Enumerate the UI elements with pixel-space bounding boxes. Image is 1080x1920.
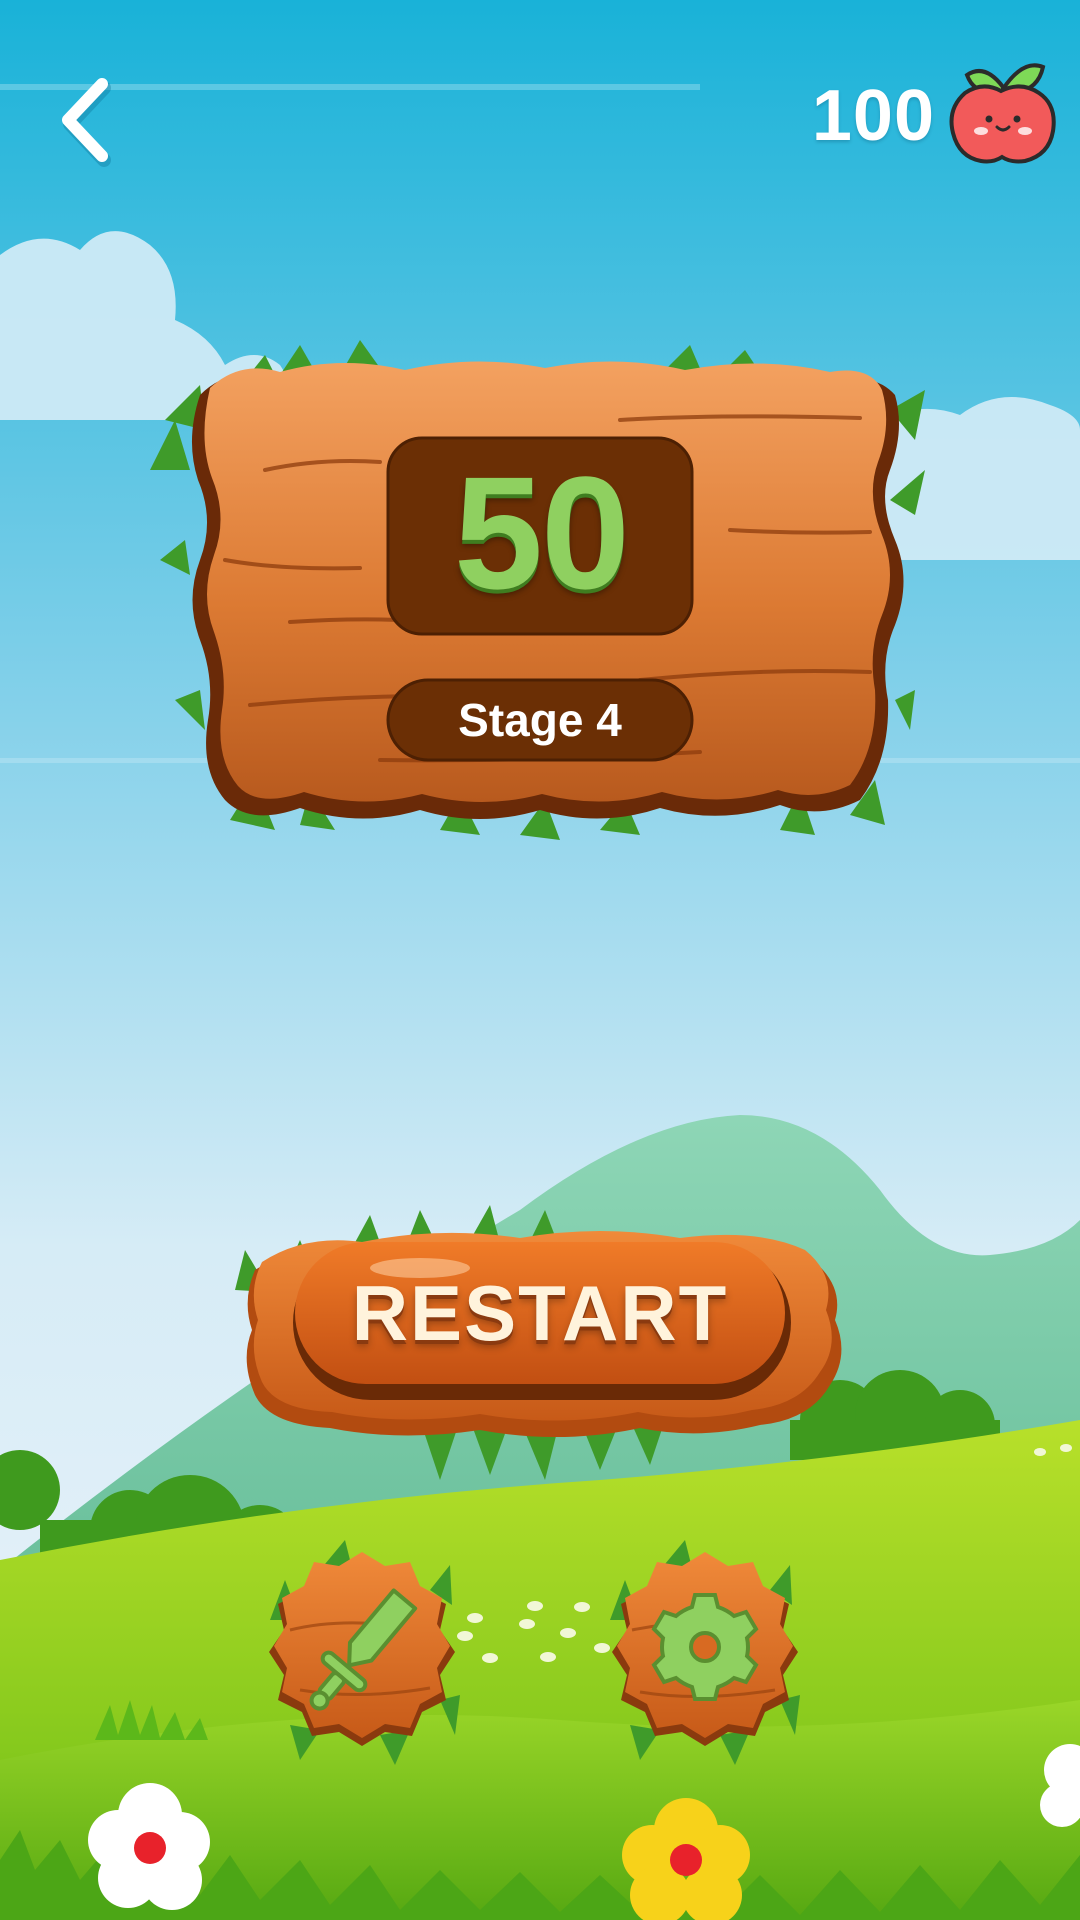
game-background [0, 0, 1080, 1920]
restart-label: RESTART [351, 1269, 729, 1357]
coin-count: 100 [811, 76, 935, 156]
chevron-left-icon [62, 78, 111, 167]
score-value: 50 [454, 443, 630, 622]
sword-icon [309, 1588, 418, 1711]
gear-icon [651, 1593, 759, 1701]
weapon-button[interactable] [262, 1550, 462, 1750]
apple-icon [949, 63, 1056, 164]
back-button[interactable] [50, 70, 170, 190]
stage-label: Stage 4 [458, 694, 622, 746]
settings-button[interactable] [605, 1550, 805, 1750]
